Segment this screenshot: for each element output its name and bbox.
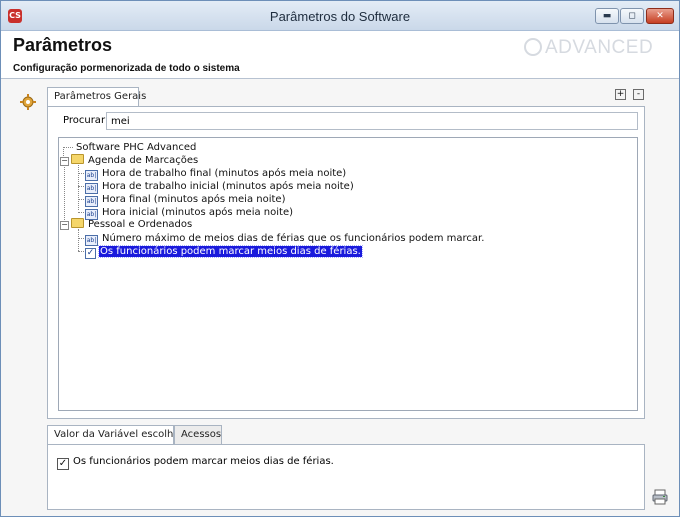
tree-item-selected[interactable]: ✓ Os funcionários podem marcar meios dias… <box>85 245 363 259</box>
value-checkbox[interactable]: ✓ <box>57 458 69 470</box>
boolean-field-icon: ✓ <box>85 248 96 259</box>
tree-item-label: Hora de trabalho final (minutos após mei… <box>102 168 347 179</box>
tree-item-label: Hora de trabalho inicial (minutos após m… <box>102 181 354 192</box>
tree-item-label: Os funcionários podem marcar meios dias … <box>98 245 363 258</box>
gear-icon <box>20 94 36 110</box>
tree-group-agenda[interactable]: − Agenda de Marcações <box>60 154 199 167</box>
tree-root-label: Software PHC Advanced <box>76 142 197 153</box>
window: CS Parâmetros do Software ▬ ◻ ✕ Parâmetr… <box>0 0 680 517</box>
tree-group-label: Pessoal e Ordenados <box>88 219 193 230</box>
tree-group-label: Agenda de Marcações <box>88 155 199 166</box>
window-title: Parâmetros do Software <box>269 9 411 24</box>
value-checkbox-label: Os funcionários podem marcar meios dias … <box>73 456 334 467</box>
parameters-tree[interactable]: Software PHC Advanced − Agenda de Marcaçõ… <box>58 137 638 411</box>
collapse-all-button[interactable]: - <box>633 89 644 100</box>
tree-item[interactable]: ab| Hora final (minutos após meia noite) <box>85 193 286 207</box>
tree-item-label: Número máximo de meios dias de férias qu… <box>102 233 485 244</box>
folder-icon <box>71 154 84 164</box>
tree-item[interactable]: ab| Número máximo de meios dias de férias… <box>85 232 485 246</box>
value-panel <box>47 444 645 510</box>
tree-item-label: Hora inicial (minutos após meia noite) <box>102 207 294 218</box>
close-button[interactable]: ✕ <box>646 8 674 24</box>
value-row: ✓ Os funcionários podem marcar meios dias… <box>57 456 334 470</box>
collapse-icon[interactable]: − <box>60 221 69 230</box>
tree-group-pessoal[interactable]: − Pessoal e Ordenados <box>60 218 193 231</box>
collapse-icon[interactable]: − <box>60 157 69 166</box>
tree-root[interactable]: Software PHC Advanced <box>75 141 197 154</box>
folder-icon <box>71 218 84 228</box>
maximize-button[interactable]: ◻ <box>620 8 644 24</box>
page-title: Parâmetros <box>13 35 113 55</box>
search-input[interactable] <box>106 112 638 130</box>
expand-all-button[interactable]: + <box>615 89 626 100</box>
advanced-logo: ADVANCED <box>524 37 653 59</box>
tab-parametros-gerais[interactable]: Parâmetros Gerais <box>47 87 146 108</box>
title-bar[interactable]: CS Parâmetros do Software ▬ ◻ ✕ <box>1 1 679 31</box>
tree-item-label: Hora final (minutos após meia noite) <box>102 194 286 205</box>
page-subtitle: Configuração pormenorizada de todo o sis… <box>13 63 240 74</box>
tab-valor-variavel[interactable]: Valor da Variável escolhida <box>47 425 189 446</box>
tree-item[interactable]: ab| Hora de trabalho inicial (minutos apó… <box>85 180 355 194</box>
search-label: Procurar : <box>63 115 112 126</box>
tab-acessos[interactable]: Acessos <box>174 425 222 445</box>
minimize-button[interactable]: ▬ <box>595 8 619 24</box>
logo-mark-icon <box>524 38 542 56</box>
tree-item[interactable]: ab| Hora de trabalho final (minutos após … <box>85 167 347 181</box>
logo-text: ADVANCED <box>545 37 654 58</box>
page-header: Parâmetros Configuração pormenorizada de… <box>1 31 679 79</box>
printer-icon[interactable] <box>651 488 669 506</box>
